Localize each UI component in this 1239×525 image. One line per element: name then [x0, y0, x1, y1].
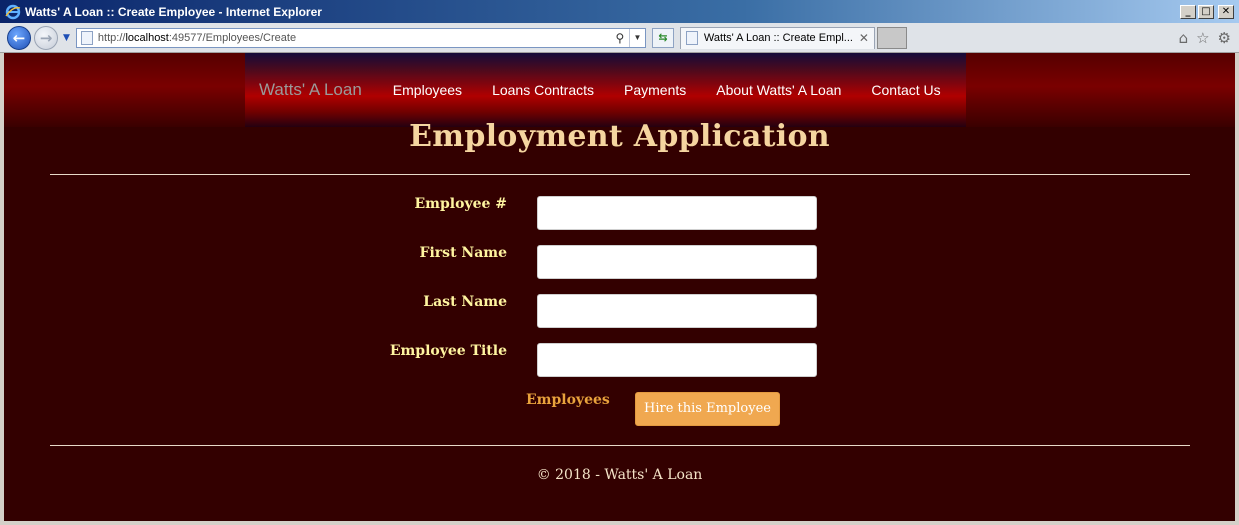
address-dropdown-icon[interactable]: ▼ [628, 28, 645, 47]
employee-number-label: Employee # [414, 196, 507, 212]
divider-top [50, 174, 1190, 175]
nav-link-payments[interactable]: Payments [624, 82, 686, 98]
new-tab-button[interactable] [876, 26, 907, 49]
back-button[interactable]: ← [7, 25, 31, 50]
browser-toolbar: ← → ▼ http://localhost:49577/Employees/C… [0, 23, 1239, 53]
history-dropdown-icon[interactable]: ▼ [63, 33, 70, 43]
favorites-icon[interactable]: ☆ [1196, 29, 1209, 47]
tools-gear-icon[interactable]: ⚙ [1218, 29, 1231, 47]
last-name-label: Last Name [423, 294, 507, 310]
brand-link[interactable]: Watts' A Loan [259, 80, 362, 100]
employee-number-row: Employee # [4, 196, 1235, 230]
nav-link-loans-contracts[interactable]: Loans Contracts [492, 82, 594, 98]
hire-employee-button[interactable]: Hire this Employee [635, 392, 780, 426]
nav-link-about[interactable]: About Watts' A Loan [716, 82, 841, 98]
employee-number-input[interactable] [537, 196, 817, 230]
page-icon [80, 30, 93, 45]
site-navbar: Watts' A Loan Employees Loans Contracts … [4, 53, 1235, 127]
refresh-icon: ⇆ [658, 31, 668, 44]
page-title: Employment Application [409, 119, 830, 154]
tab-close-icon[interactable]: ✕ [857, 31, 871, 45]
maximize-button[interactable]: □ [1198, 4, 1214, 19]
navbar-inner: Watts' A Loan Employees Loans Contracts … [245, 53, 966, 127]
internet-explorer-icon [5, 4, 21, 19]
forward-button[interactable]: → [34, 25, 58, 50]
tab-label: Watts' A Loan :: Create Empl... [703, 32, 853, 44]
footer-copyright: © 2018 - Watts' A Loan [536, 467, 703, 483]
forward-arrow-icon: → [39, 28, 53, 47]
divider-bottom [50, 445, 1190, 446]
tab-page-icon [685, 31, 698, 45]
browser-tab[interactable]: Watts' A Loan :: Create Empl... ✕ [679, 26, 875, 49]
employees-back-link[interactable]: Employees [526, 392, 610, 426]
employee-title-label: Employee Title [389, 343, 507, 359]
refresh-button[interactable]: ⇆ [651, 27, 674, 48]
window-title-bar: Watts' A Loan :: Create Employee - Inter… [0, 0, 1239, 23]
nav-link-contact[interactable]: Contact Us [871, 82, 940, 98]
address-bar[interactable]: http://localhost:49577/Employees/Create … [75, 27, 646, 48]
page-viewport: Watts' A Loan Employees Loans Contracts … [4, 53, 1235, 521]
home-icon[interactable]: ⌂ [1179, 29, 1189, 47]
window-title: Watts' A Loan :: Create Employee - Inter… [25, 5, 322, 19]
first-name-input[interactable] [537, 245, 817, 279]
search-icon[interactable]: ⚲ [611, 31, 629, 45]
employee-title-input[interactable] [537, 343, 817, 377]
last-name-row: Last Name [4, 294, 1235, 328]
employee-title-row: Employee Title [4, 343, 1235, 377]
close-button[interactable]: ✕ [1218, 4, 1234, 19]
back-arrow-icon: ← [12, 28, 26, 47]
first-name-label: First Name [419, 245, 507, 261]
last-name-input[interactable] [537, 294, 817, 328]
first-name-row: First Name [4, 245, 1235, 279]
address-text[interactable]: http://localhost:49577/Employees/Create [98, 32, 611, 44]
nav-link-employees[interactable]: Employees [393, 82, 462, 98]
minimize-button[interactable]: _ [1180, 4, 1196, 19]
